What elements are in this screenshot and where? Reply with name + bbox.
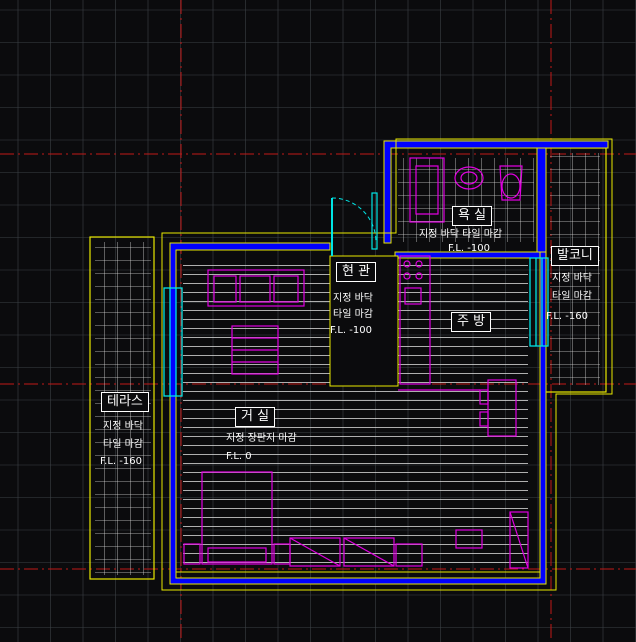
entrance-room-label: 현 관 (336, 262, 377, 282)
balcony-room-label: 발코니 (551, 246, 599, 266)
balcony-floor (543, 147, 607, 393)
kitchen-room-label: 주 방 (451, 312, 492, 332)
living-room-label: 거 실 (235, 407, 276, 427)
entrance-finish-note-1: 지정 바닥 (333, 293, 373, 304)
living-finish-note: 지정 장판지 마감 (226, 433, 297, 444)
floor-plan-drawing (0, 0, 636, 642)
floor-plan-viewport: 욕 실 지정 바닥 타일 마감 F.L. -100 현 관 지정 바닥 타일 마… (0, 0, 636, 642)
balcony-level-note: F.L. -160 (546, 311, 588, 322)
terrace-finish-note-1: 지정 바닥 (103, 421, 143, 432)
terrace-level-note: F.L. -160 (100, 456, 142, 467)
bath-room-label: 욕 실 (452, 206, 493, 226)
terrace-room-label: 테라스 (101, 392, 149, 412)
entrance-finish-note-2: 타일 마감 (333, 309, 373, 320)
balcony-finish-note-1: 지정 바닥 (552, 273, 592, 284)
bath-finish-note: 지정 바닥 타일 마감 (419, 229, 503, 240)
bath-level-note: F.L. -100 (448, 243, 490, 254)
entrance-level-note: F.L. -100 (330, 325, 372, 336)
balcony-finish-note-2: 타일 마감 (552, 291, 592, 302)
living-level-note: F.L. 0 (226, 451, 252, 462)
terrace-finish-note-2: 타일 마감 (103, 439, 143, 450)
